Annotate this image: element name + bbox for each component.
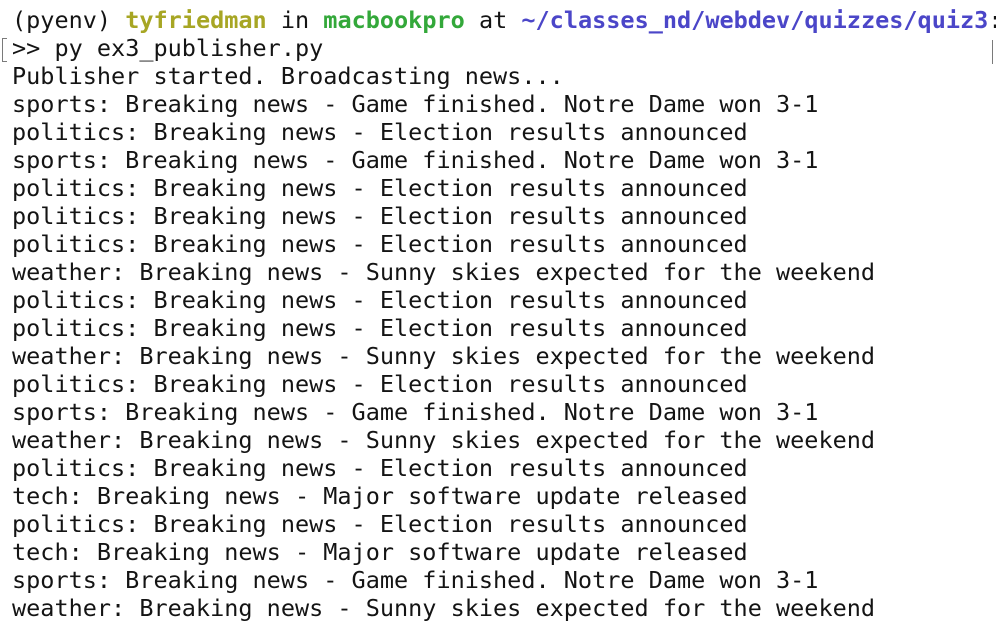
output-line: weather: Breaking news - Sunny skies exp… (12, 342, 876, 370)
prompt-host: macbookpro (323, 6, 465, 34)
output-line: politics: Breaking news - Election resul… (12, 202, 748, 230)
prompt-suffix: : (988, 6, 996, 34)
prompt-at: at (478, 6, 508, 34)
output-line: politics: Breaking news - Election resul… (12, 314, 748, 342)
output-line: sports: Breaking news - Game finished. N… (12, 146, 819, 174)
output-line: tech: Breaking news - Major software upd… (12, 538, 748, 566)
output-line: weather: Breaking news - Sunny skies exp… (12, 426, 876, 454)
output-line: politics: Breaking news - Election resul… (12, 454, 748, 482)
command-prompt-symbol: >> (12, 34, 41, 62)
prompt-user: tyfriedman (125, 6, 267, 34)
output-line: sports: Breaking news - Game finished. N… (12, 398, 819, 426)
output-line: weather: Breaking news - Sunny skies exp… (12, 258, 876, 286)
output-line: sports: Breaking news - Game finished. N… (12, 566, 819, 594)
prompt-path: ~/classes_nd/webdev/quizzes/quiz3 (521, 6, 989, 34)
output-line: politics: Breaking news - Election resul… (12, 230, 748, 258)
terminal-window[interactable]: (pyenv) tyfriedman in macbookpro at ~/cl… (0, 0, 996, 622)
output-line: politics: Breaking news - Election resul… (12, 370, 748, 398)
command-text: py ex3_publisher.py (54, 34, 324, 62)
shell-prompt-line: (pyenv) tyfriedman in macbookpro at ~/cl… (12, 6, 996, 34)
command-line[interactable]: >> py ex3_publisher.py (12, 34, 323, 62)
output-line: tech: Breaking news - Major software upd… (12, 482, 748, 510)
output-line: politics: Breaking news - Election resul… (12, 118, 748, 146)
output-line: politics: Breaking news - Election resul… (12, 510, 748, 538)
scroll-mark (992, 40, 993, 64)
output-line: politics: Breaking news - Election resul… (12, 286, 748, 314)
command-mark-bracket (2, 38, 7, 62)
output-line: weather: Breaking news - Sunny skies exp… (12, 594, 876, 622)
output-line: sports: Breaking news - Game finished. N… (12, 90, 819, 118)
prompt-in: in (280, 6, 310, 34)
output-line: Publisher started. Broadcasting news... (12, 62, 564, 90)
output-line: politics: Breaking news - Election resul… (12, 174, 748, 202)
prompt-env: (pyenv) (12, 6, 112, 34)
